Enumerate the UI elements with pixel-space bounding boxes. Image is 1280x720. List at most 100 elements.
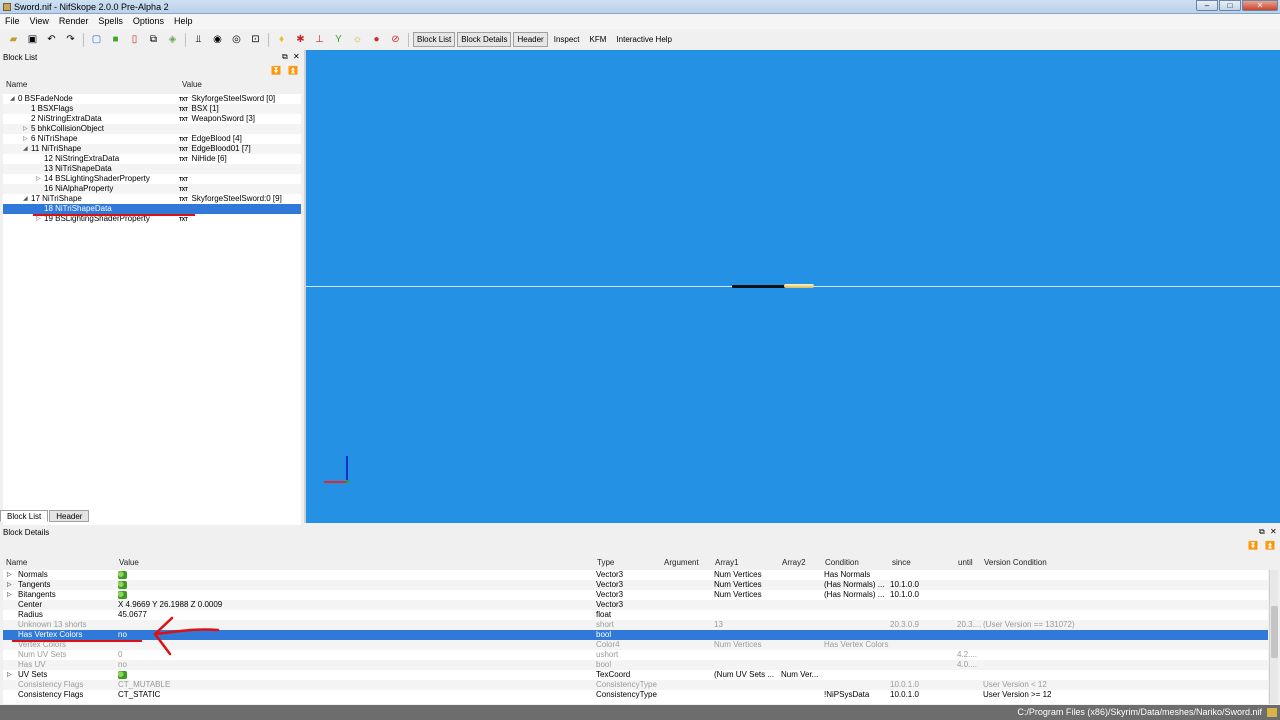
field-value[interactable]: no [118,630,127,640]
column-name[interactable]: Name [6,558,27,567]
tab-header[interactable]: Header [49,510,90,522]
column-condition[interactable]: Condition [825,558,859,567]
header-toggle[interactable]: Header [513,32,548,47]
menu-file[interactable]: File [0,14,25,29]
collapse-all-icon[interactable]: ⏫ [288,66,298,75]
detail-row[interactable]: Has UV no bool 4.0.... [3,660,1268,670]
column-name[interactable]: Name [6,80,27,89]
column-value[interactable]: Value [182,80,202,89]
tree-row[interactable]: 1 BSXFlags TXT BSX [1] [3,104,301,114]
save-icon[interactable]: ▣ [26,33,40,47]
undo-icon[interactable]: ↶ [45,33,59,47]
detail-row[interactable]: ▷ Normals Vector3 Num Vertices Has Normals [3,570,1268,580]
column-array1[interactable]: Array1 [715,558,739,567]
block-details-toggle[interactable]: Block Details [457,32,512,47]
inspect-toggle[interactable]: Inspect [550,32,584,47]
cube-icon[interactable]: ◈ [166,33,180,47]
expander-icon[interactable]: ▷ [7,580,12,590]
axes-icon[interactable]: ⫫ [192,33,206,47]
column-type[interactable]: Type [597,558,614,567]
collapse-all-icon[interactable]: ⏫ [1265,541,1275,550]
expander-icon[interactable]: ◢ [23,144,28,154]
render-viewport[interactable] [306,50,1280,523]
light-bulb-icon[interactable]: ♦ [275,33,289,47]
expander-icon[interactable]: ▷ [7,670,12,680]
details-scrollbar[interactable] [1269,570,1278,704]
block-tree[interactable]: ◢ 0 BSFadeNode TXT SkyforgeSteelSword [0] 1 … [3,94,301,549]
field-value[interactable]: 45.0677 [118,610,147,620]
field-value[interactable]: X 4.9669 Y 26.1988 Z 0.0009 [118,600,222,610]
close-panel-icon[interactable]: ✕ [1270,527,1277,536]
red-block-icon[interactable]: ▯ [128,33,142,47]
field-value[interactable]: 0 [118,650,122,660]
detail-row[interactable]: ▷ Bitangents Vector3 Num Vertices (Has Norma… [3,590,1268,600]
window-icon[interactable]: ▢ [90,33,104,47]
detail-row[interactable]: ▷ Tangents Vector3 Num Vertices (Has Normals… [3,580,1268,590]
tree-row[interactable]: ◢ 11 NiTriShape TXT EdgeBlood01 [7] [3,144,301,154]
tree-row[interactable]: 13 NiTriShapeData [3,164,301,174]
marker-icon[interactable]: ● [370,33,384,47]
float-panel-icon[interactable]: ⧉ [1259,527,1265,537]
open-file-icon[interactable]: ▰ [7,33,21,47]
field-value[interactable]: CT_MUTABLE [118,680,170,690]
menu-options[interactable]: Options [128,14,169,29]
field-value[interactable]: no [118,660,127,670]
menu-view[interactable]: View [25,14,54,29]
coordinate-icon[interactable]: ⊥ [313,33,327,47]
menu-spells[interactable]: Spells [93,14,128,29]
tree-row[interactable]: ◢ 17 NiTriShape TXT SkyforgeSteelSword:0 [9… [3,194,301,204]
tree-row[interactable]: ◢ 0 BSFadeNode TXT SkyforgeSteelSword [0] [3,94,301,104]
expander-icon[interactable]: ◢ [23,194,28,204]
tree-row[interactable]: 12 NiStringExtraData TXT NiHide [6] [3,154,301,164]
array-data-icon[interactable] [118,581,127,589]
expand-all-icon[interactable]: ⏬ [1248,541,1258,550]
expander-icon[interactable]: ▷ [7,590,12,600]
column-array2[interactable]: Array2 [782,558,806,567]
menu-help[interactable]: Help [169,14,198,29]
expander-icon[interactable]: ▷ [23,124,28,134]
screenshot-icon[interactable]: ⊡ [249,33,263,47]
flip-icon[interactable]: ⧉ [147,33,161,47]
column-since[interactable]: since [892,558,911,567]
minimize-button[interactable]: – [1196,0,1218,11]
green-block-icon[interactable]: ■ [109,33,123,47]
detail-row[interactable]: Center X 4.9669 Y 26.1988 Z 0.0009 Vector3 [3,600,1268,610]
menu-render[interactable]: Render [54,14,94,29]
field-value[interactable]: CT_STATIC [118,690,160,700]
tree-row[interactable]: ▷ 6 NiTriShape TXT EdgeBlood [4] [3,134,301,144]
close-button[interactable]: ✕ [1242,0,1278,11]
maximize-button[interactable]: □ [1219,0,1241,11]
expander-icon[interactable]: ▷ [7,570,12,580]
redo-icon[interactable]: ↷ [64,33,78,47]
column-until[interactable]: until [958,558,973,567]
tree-row[interactable]: ▷ 5 bhkCollisionObject [3,124,301,134]
block-list-toggle[interactable]: Block List [413,32,456,47]
expander-icon[interactable]: ◢ [10,94,15,104]
kfm-toggle[interactable]: KFM [586,32,611,47]
interactive-help-toggle[interactable]: Interactive Help [612,32,676,47]
tree-row[interactable]: ▷ 14 BSLightingShaderProperty TXT [3,174,301,184]
array-data-icon[interactable] [118,571,127,579]
scrollbar-thumb[interactable] [1271,606,1278,658]
tree-row[interactable]: 2 NiStringExtraData TXT WeaponSword [3] [3,114,301,124]
array-data-icon[interactable] [118,671,127,679]
column-argument[interactable]: Argument [664,558,699,567]
float-panel-icon[interactable]: ⧉ [282,52,288,62]
expand-all-icon[interactable]: ⏬ [271,66,281,75]
sun-icon[interactable]: ☼ [351,33,365,47]
detail-row[interactable]: Consistency Flags CT_MUTABLE ConsistencyTy… [3,680,1268,690]
expander-icon[interactable]: ▷ [36,174,41,184]
array-data-icon[interactable] [118,591,127,599]
collision-icon[interactable]: ⊘ [389,33,403,47]
tab-block-list[interactable]: Block List [0,510,49,522]
column-value[interactable]: Value [119,558,139,567]
detail-row[interactable]: Consistency Flags CT_STATIC ConsistencyTyp… [3,690,1268,700]
tree-row[interactable]: 18 NiTriShapeData [3,204,301,214]
eye-outline-icon[interactable]: ◎ [230,33,244,47]
eye-icon[interactable]: ◉ [211,33,225,47]
detail-row[interactable]: ▷ UV Sets TexCoord (Num UV Sets ... Num Ver.… [3,670,1268,680]
column-version-condition[interactable]: Version Condition [984,558,1047,567]
skeleton-icon[interactable]: Y [332,33,346,47]
close-panel-icon[interactable]: ✕ [293,52,300,61]
node-icon[interactable]: ✱ [294,33,308,47]
